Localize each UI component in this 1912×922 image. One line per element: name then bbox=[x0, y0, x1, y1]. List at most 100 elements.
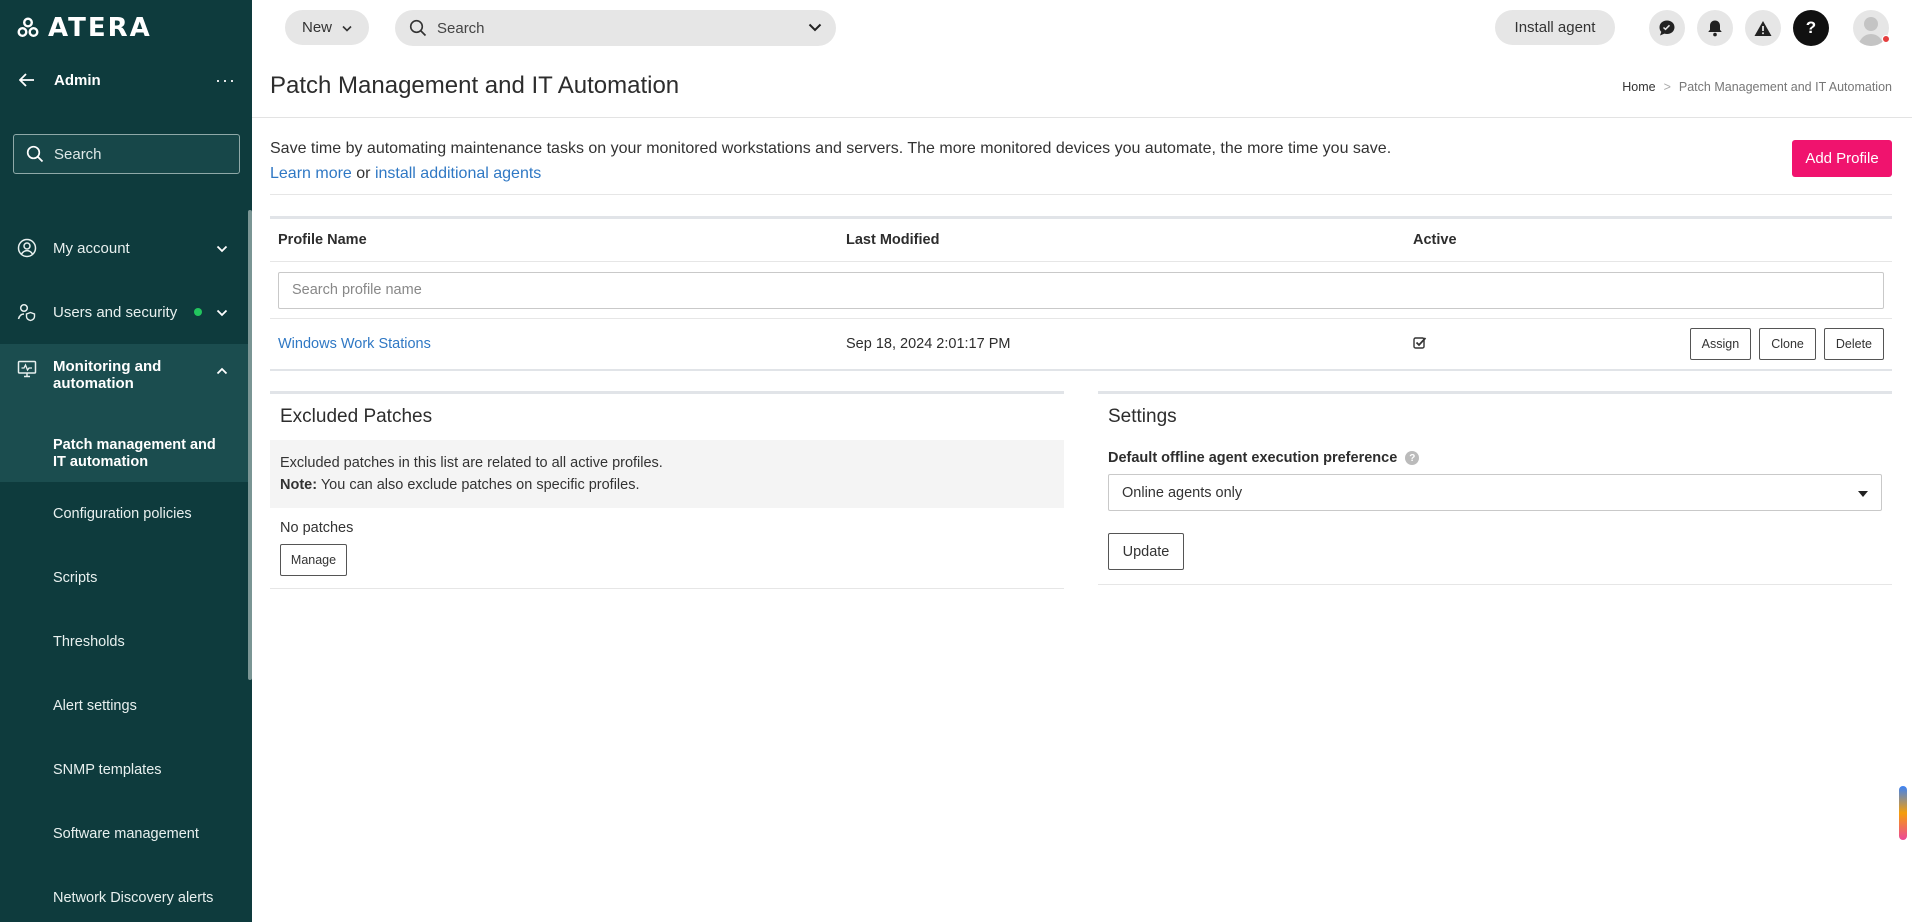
breadcrumb-current: Patch Management and IT Automation bbox=[1678, 80, 1892, 94]
chevron-up-icon bbox=[216, 362, 228, 379]
more-options-icon[interactable]: ··· bbox=[215, 70, 236, 91]
chevron-down-icon bbox=[216, 304, 228, 321]
column-header-active[interactable]: Active bbox=[1413, 232, 1457, 248]
excluded-patches-body: No patches Manage bbox=[270, 508, 1064, 588]
or-text: or bbox=[351, 165, 375, 182]
global-search[interactable] bbox=[395, 10, 836, 46]
breadcrumb-home[interactable]: Home bbox=[1622, 80, 1655, 94]
sidebar-subitem-label: Software management bbox=[53, 826, 199, 842]
bell-icon[interactable] bbox=[1697, 10, 1733, 46]
sidebar-subitem-network-discovery-alerts[interactable]: Network Discovery alerts bbox=[0, 866, 248, 922]
breadcrumb-separator: > bbox=[1663, 80, 1671, 94]
intro-links: Learn more or install additional agents bbox=[270, 161, 1391, 186]
learn-more-link[interactable]: Learn more bbox=[270, 165, 352, 182]
sidebar-subitem-label: SNMP templates bbox=[53, 762, 162, 778]
atera-logo-icon bbox=[17, 17, 39, 37]
chevron-down-icon[interactable] bbox=[808, 19, 822, 37]
offline-preference-label: Default offline agent execution preferen… bbox=[1098, 440, 1892, 466]
profiles-table: Profile Name Last Modified Active Window… bbox=[270, 216, 1892, 371]
excluded-patches-panel: Excluded Patches Excluded patches in thi… bbox=[270, 391, 1064, 589]
last-modified-value: Sep 18, 2024 2:01:17 PM bbox=[846, 336, 1011, 352]
excluded-info-text: Excluded patches in this list are relate… bbox=[280, 455, 663, 471]
breadcrumb: Home > Patch Management and IT Automatio… bbox=[1622, 80, 1892, 94]
sidebar-scrollbar[interactable] bbox=[248, 210, 252, 680]
sidebar-nav: My account Users and security Monitoring… bbox=[0, 216, 248, 922]
table-row: Windows Work Stations Sep 18, 2024 2:01:… bbox=[270, 319, 1892, 371]
assign-button[interactable]: Assign bbox=[1689, 328, 1752, 360]
atera-wordmark: ATERA bbox=[48, 13, 152, 43]
clone-button[interactable]: Clone bbox=[1759, 328, 1816, 360]
caret-down-icon bbox=[1858, 485, 1868, 501]
assistant-handle[interactable] bbox=[1899, 786, 1907, 840]
top-bar: New Install agent ? bbox=[252, 0, 1912, 54]
sidebar-item-label: Monitoring and automation bbox=[53, 358, 162, 392]
status-dot bbox=[194, 308, 202, 316]
sidebar-subitem-snmp-templates[interactable]: SNMP templates bbox=[0, 738, 248, 802]
chat-icon[interactable] bbox=[1649, 10, 1685, 46]
sidebar-subitem-label: Network Discovery alerts bbox=[53, 890, 214, 906]
update-button[interactable]: Update bbox=[1108, 533, 1184, 570]
sidebar-item-my-account[interactable]: My account bbox=[0, 216, 248, 280]
sidebar-item-label: Users and security bbox=[53, 303, 178, 321]
admin-title: Admin bbox=[54, 71, 101, 89]
sidebar-item-users-security[interactable]: Users and security bbox=[0, 280, 248, 344]
offline-preference-select[interactable]: Online agents only bbox=[1108, 474, 1882, 511]
no-patches-text: No patches bbox=[280, 520, 354, 536]
intro-divider bbox=[270, 194, 1892, 195]
manage-button[interactable]: Manage bbox=[280, 544, 347, 576]
sidebar-subitem-label: Thresholds bbox=[53, 634, 125, 650]
profile-name-link[interactable]: Windows Work Stations bbox=[278, 336, 431, 352]
install-additional-agents-link[interactable]: install additional agents bbox=[375, 165, 541, 182]
admin-header: Admin ··· bbox=[0, 62, 252, 98]
users-security-icon bbox=[16, 301, 38, 323]
new-button-label: New bbox=[301, 19, 332, 36]
install-agent-button[interactable]: Install agent bbox=[1495, 10, 1615, 45]
search-icon bbox=[26, 145, 44, 163]
sidebar-subitem-label: Configuration policies bbox=[53, 506, 192, 522]
profile-name-search-input[interactable] bbox=[278, 271, 1884, 309]
sidebar-subitem-thresholds[interactable]: Thresholds bbox=[0, 610, 248, 674]
column-header-profile-name[interactable]: Profile Name bbox=[278, 232, 367, 248]
chevron-down-icon bbox=[216, 240, 228, 257]
settings-title: Settings bbox=[1108, 406, 1177, 427]
add-profile-button[interactable]: Add Profile bbox=[1792, 140, 1892, 177]
sidebar-search-input[interactable] bbox=[54, 145, 224, 163]
alert-triangle-icon[interactable] bbox=[1745, 10, 1781, 46]
sidebar-subitem-alert-settings[interactable]: Alert settings bbox=[0, 674, 248, 738]
offline-preference-value: Online agents only bbox=[1122, 484, 1243, 501]
global-search-input[interactable] bbox=[437, 19, 798, 37]
new-button[interactable]: New bbox=[285, 10, 369, 45]
user-circle-icon bbox=[16, 237, 38, 259]
help-icon[interactable]: ? bbox=[1793, 10, 1829, 46]
chevron-down-icon bbox=[342, 19, 352, 36]
excluded-note: Note: You can also exclude patches on sp… bbox=[280, 474, 1054, 496]
note-text: You can also exclude patches on specific… bbox=[317, 477, 640, 493]
sidebar-subitem-label: Alert settings bbox=[53, 698, 137, 714]
sidebar-search[interactable] bbox=[13, 134, 240, 174]
sidebar-subitem-label: Scripts bbox=[53, 570, 98, 586]
sidebar-item-label: My account bbox=[53, 239, 130, 257]
sidebar-subitem-patch-management[interactable]: Patch management and IT automation bbox=[0, 426, 248, 482]
sidebar-subitem-software-management[interactable]: Software management bbox=[0, 802, 248, 866]
monitor-icon bbox=[16, 358, 38, 380]
intro-text: Save time by automating maintenance task… bbox=[270, 136, 1391, 186]
sidebar-item-monitoring[interactable]: Monitoring and automation bbox=[0, 344, 248, 426]
page-title: Patch Management and IT Automation bbox=[270, 72, 680, 99]
sidebar-subitem-label: Patch management and IT automation bbox=[53, 437, 216, 470]
sidebar-subitem-scripts[interactable]: Scripts bbox=[0, 546, 248, 610]
column-header-last-modified[interactable]: Last Modified bbox=[846, 232, 939, 248]
excluded-patches-title: Excluded Patches bbox=[280, 406, 433, 427]
help-tooltip-icon[interactable]: ? bbox=[1405, 451, 1420, 465]
sidebar-subitem-configuration-policies[interactable]: Configuration policies bbox=[0, 482, 248, 546]
back-arrow-icon[interactable] bbox=[16, 69, 38, 91]
active-checkbox-icon[interactable] bbox=[1413, 336, 1427, 354]
header-divider bbox=[252, 117, 1912, 118]
search-icon bbox=[409, 19, 427, 37]
excluded-patches-info: Excluded patches in this list are relate… bbox=[270, 440, 1064, 508]
delete-button[interactable]: Delete bbox=[1823, 328, 1884, 360]
atera-logo[interactable]: ATERA bbox=[16, 13, 152, 43]
intro-description: Save time by automating maintenance task… bbox=[270, 140, 1392, 157]
table-filter-row bbox=[270, 262, 1892, 319]
row-actions: Assign Clone Delete bbox=[1689, 328, 1884, 360]
settings-panel: Settings Default offline agent execution… bbox=[1098, 391, 1892, 585]
